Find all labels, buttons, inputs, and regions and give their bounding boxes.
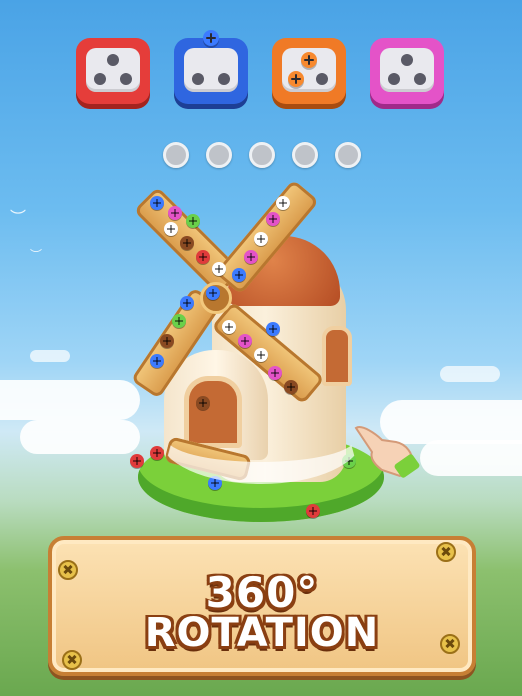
cloud xyxy=(0,380,140,420)
screw-icon xyxy=(203,30,219,46)
screw-icon[interactable] xyxy=(212,262,226,276)
cloud xyxy=(420,440,522,476)
cloud xyxy=(30,350,70,362)
screw-icon[interactable] xyxy=(172,314,186,328)
screw-box-blue[interactable] xyxy=(174,30,248,104)
screw-icon[interactable] xyxy=(180,236,194,250)
screw-icon[interactable] xyxy=(160,334,174,348)
screw-icon[interactable] xyxy=(254,348,268,362)
banner-title-line2: ROTATION xyxy=(144,610,380,656)
screw-icon[interactable] xyxy=(284,380,298,394)
empty-slot[interactable] xyxy=(163,142,189,168)
hole-icon xyxy=(401,54,413,66)
empty-slot[interactable] xyxy=(249,142,275,168)
hole-icon xyxy=(218,73,230,85)
hand-pointer-icon xyxy=(354,426,420,478)
hole-icon xyxy=(192,73,204,85)
screw-icon[interactable] xyxy=(266,212,280,226)
screw-box-pink[interactable] xyxy=(370,38,444,104)
screw-icon[interactable] xyxy=(180,296,194,310)
screw-icon[interactable] xyxy=(276,196,290,210)
screw-icon[interactable] xyxy=(222,320,236,334)
screw-icon[interactable] xyxy=(168,206,182,220)
box-tray xyxy=(86,48,140,92)
box-tray xyxy=(184,48,238,92)
screw-icon[interactable] xyxy=(306,504,320,518)
screw-icon[interactable] xyxy=(266,322,280,336)
hole-icon xyxy=(107,54,119,66)
empty-slot[interactable] xyxy=(335,142,361,168)
screw-icon xyxy=(288,71,304,87)
box-tray xyxy=(282,48,336,92)
screw-icon[interactable] xyxy=(268,366,282,380)
screw-icon[interactable] xyxy=(206,286,220,300)
hole-icon xyxy=(414,73,426,85)
screw-box-orange[interactable] xyxy=(272,38,346,104)
cloud xyxy=(440,366,500,382)
screw-icon[interactable] xyxy=(150,196,164,210)
screw-icon xyxy=(301,52,317,68)
bird-icon: ︶ xyxy=(10,208,27,227)
empty-slot[interactable] xyxy=(292,142,318,168)
screw-icon[interactable] xyxy=(150,354,164,368)
cloud xyxy=(20,420,140,454)
screw-icon[interactable] xyxy=(196,250,210,264)
windmill-window xyxy=(322,326,352,386)
screw-icon[interactable] xyxy=(232,268,246,282)
empty-slot[interactable] xyxy=(206,142,232,168)
screw-icon[interactable] xyxy=(244,250,258,264)
rotate-arrow-icon xyxy=(160,392,362,484)
game-scene: ︶ ︶ 360° ROTATION xyxy=(0,0,522,696)
hole-icon xyxy=(316,73,328,85)
screw-box-red[interactable] xyxy=(76,38,150,104)
screw-icon[interactable] xyxy=(254,232,268,246)
screw-icon[interactable] xyxy=(164,222,178,236)
bird-icon: ︶ xyxy=(30,248,43,262)
screw-icon[interactable] xyxy=(186,214,200,228)
hole-icon xyxy=(388,73,400,85)
box-tray xyxy=(380,48,434,92)
hole-icon xyxy=(94,73,106,85)
hole-icon xyxy=(120,73,132,85)
screw-icon xyxy=(436,542,456,562)
screw-icon[interactable] xyxy=(238,334,252,348)
screw-icon[interactable] xyxy=(130,454,144,468)
feature-banner: 360° ROTATION xyxy=(48,536,476,676)
